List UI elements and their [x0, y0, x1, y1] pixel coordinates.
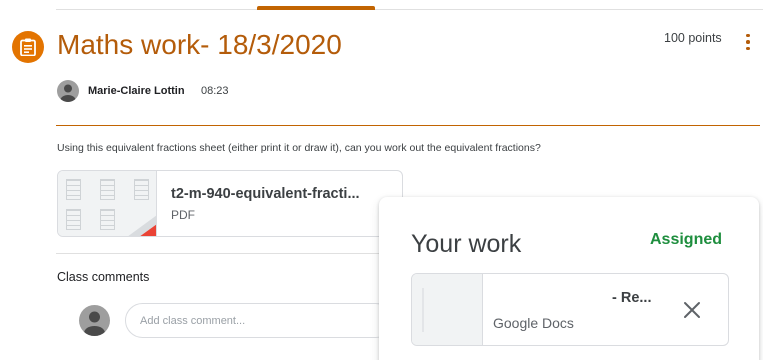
class-comments-label: Class comments: [57, 270, 150, 284]
work-status-badge: Assigned: [650, 231, 723, 248]
your-work-panel: Your work Assigned - Re... Google Docs: [379, 197, 759, 360]
assignment-icon: [12, 31, 44, 63]
author-avatar: [57, 80, 79, 102]
work-file-type: Google Docs: [493, 315, 574, 331]
assignment-title: Maths work- 18/3/2020: [57, 29, 342, 60]
attachment-name: t2-m-940-equivalent-fracti...: [171, 186, 360, 202]
more-options-button[interactable]: [740, 31, 756, 53]
close-icon: [684, 302, 700, 318]
work-file-card[interactable]: - Re... Google Docs: [411, 273, 729, 346]
top-divider: [56, 9, 763, 10]
user-avatar: [79, 305, 110, 336]
points-value: 100 points: [664, 31, 722, 45]
person-icon: [84, 311, 105, 336]
more-vert-icon: [746, 33, 750, 38]
author-name: Marie-Claire Lottin: [88, 85, 185, 97]
header-divider: [56, 125, 760, 126]
work-file-thumbnail: [412, 274, 483, 345]
comments-divider: [56, 253, 402, 254]
attachment-card[interactable]: t2-m-940-equivalent-fracti... PDF: [57, 170, 403, 237]
class-comment-input[interactable]: [125, 303, 393, 338]
work-file-name: - Re...: [612, 290, 652, 306]
posted-time: 08:23: [201, 85, 229, 97]
attachment-type: PDF: [171, 208, 195, 222]
pdf-icon: [128, 215, 156, 236]
person-icon: [60, 84, 76, 102]
your-work-title: Your work: [411, 230, 522, 258]
remove-file-button[interactable]: [680, 298, 704, 322]
attachment-thumbnail: [58, 171, 157, 236]
active-tab-indicator: [257, 6, 375, 10]
assignment-description: Using this equivalent fractions sheet (e…: [57, 142, 541, 154]
clipboard-icon: [20, 38, 36, 56]
